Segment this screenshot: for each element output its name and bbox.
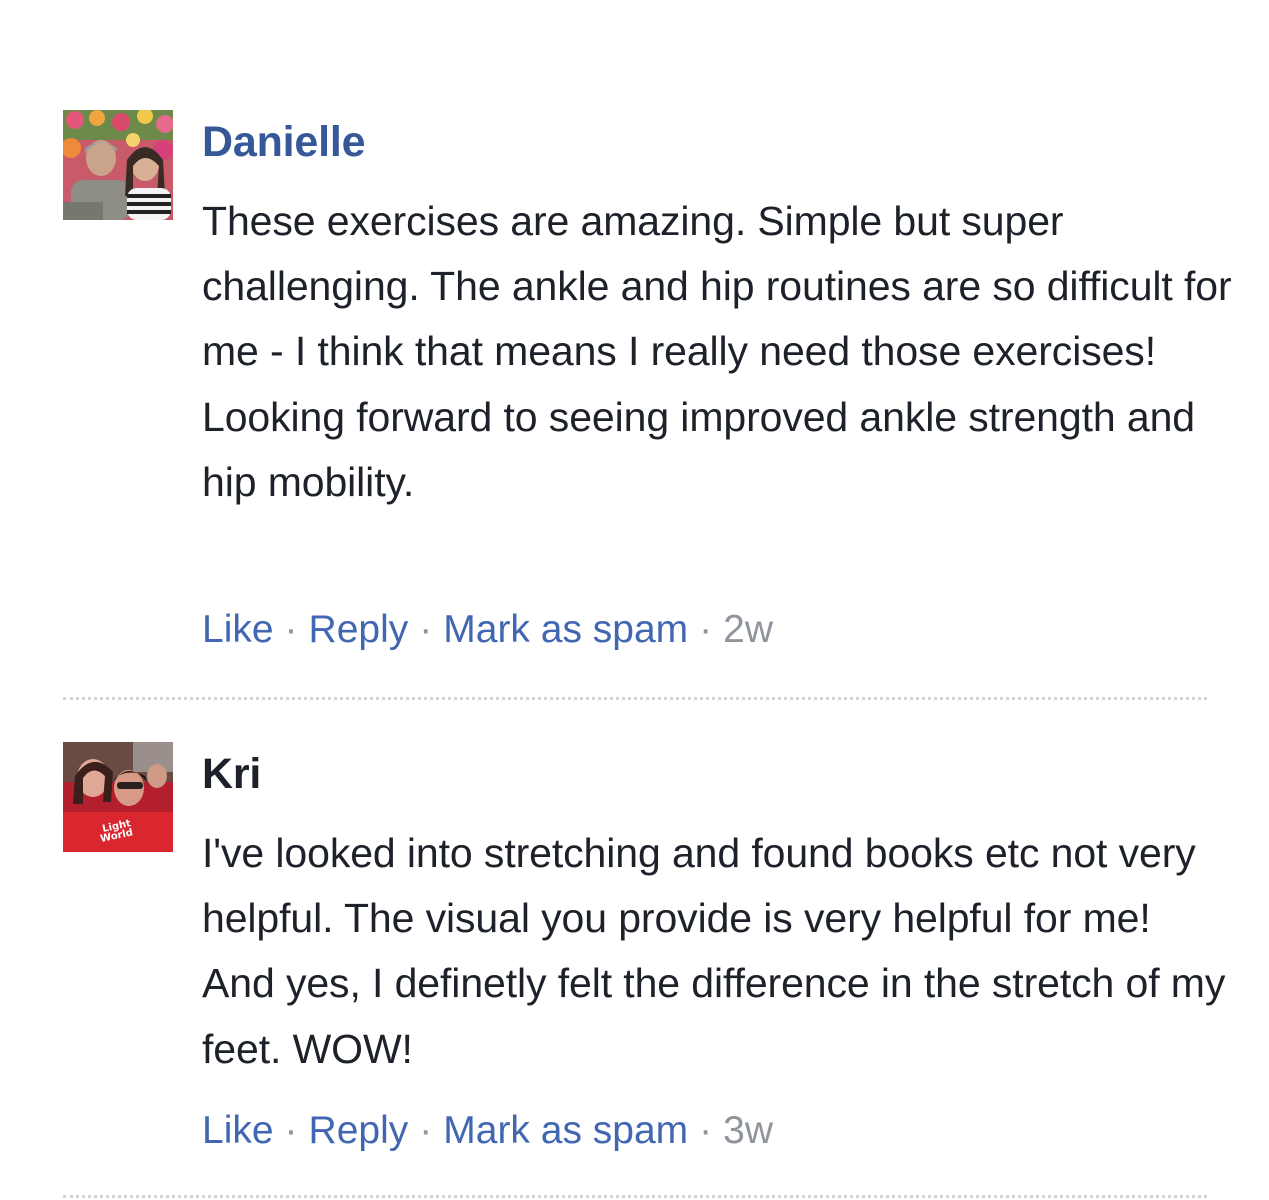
reply-link[interactable]: Reply	[309, 1109, 409, 1152]
separator-dot: ·	[419, 608, 433, 651]
separator-dot: ·	[419, 1109, 433, 1152]
comment-actions: Like · Reply · Mark as spam · 2w	[202, 610, 773, 649]
comment-actions: Like · Reply · Mark as spam · 3w	[202, 1111, 773, 1150]
reply-link[interactable]: Reply	[309, 608, 409, 651]
comment-timestamp[interactable]: 2w	[723, 608, 773, 651]
separator-dot: ·	[699, 1109, 713, 1152]
avatar-photo-selfie: Light World	[63, 742, 173, 852]
like-link[interactable]: Like	[202, 1109, 274, 1152]
comment-timestamp[interactable]: 3w	[723, 1109, 773, 1152]
like-link[interactable]: Like	[202, 608, 274, 651]
comment-text: I've looked into stretching and found bo…	[202, 830, 1226, 1072]
mark-as-spam-link[interactable]: Mark as spam	[443, 1109, 688, 1152]
mark-as-spam-link[interactable]: Mark as spam	[443, 608, 688, 651]
avatar-photo-couple	[63, 110, 173, 220]
avatar-kri[interactable]: Light World	[63, 742, 173, 852]
comment-text: These exercises are amazing. Simple but …	[202, 198, 1232, 505]
comment-divider	[63, 697, 1207, 700]
separator-dot: ·	[284, 1109, 298, 1152]
comment-author[interactable]: Danielle	[202, 121, 366, 164]
separator-dot: ·	[699, 608, 713, 651]
separator-dot: ·	[284, 608, 298, 651]
avatar-danielle[interactable]	[63, 110, 173, 220]
comment-author[interactable]: Kri	[202, 753, 261, 796]
comment-divider	[63, 1195, 1207, 1198]
